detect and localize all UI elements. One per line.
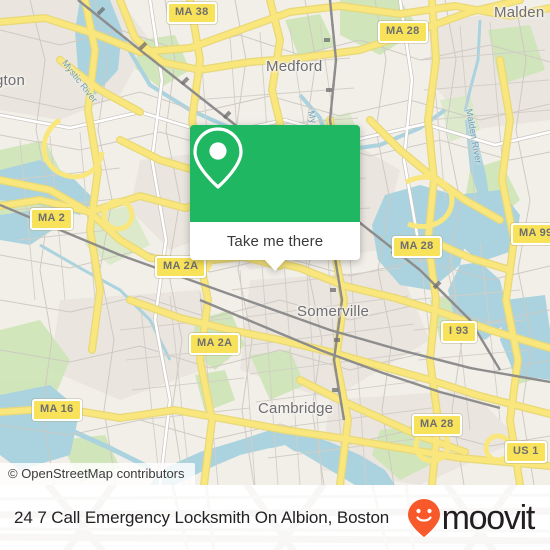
page-title: 24 7 Call Emergency Locksmith On Albion,…: [14, 507, 390, 527]
place-label-cambridge: Cambridge: [258, 400, 334, 417]
moovit-logo[interactable]: moovit: [407, 498, 536, 538]
shield-ma-2ab[interactable]: MA 2A: [189, 333, 241, 355]
map-canvas[interactable]: gton Medford Malden Somerville Cambridge…: [0, 0, 550, 485]
place-label-malden: Malden: [494, 4, 545, 21]
card-action-area[interactable]: Take me there: [190, 222, 360, 271]
footer-bar: 24 7 Call Emergency Locksmith On Albion,…: [0, 485, 550, 550]
place-label-medford: Medford: [266, 58, 323, 75]
map-attribution[interactable]: © OpenStreetMap contributors: [0, 463, 195, 485]
shield-ma-2[interactable]: MA 2: [30, 208, 74, 230]
shield-ma-38[interactable]: MA 38: [167, 2, 217, 24]
map-screenshot: gton Medford Malden Somerville Cambridge…: [0, 0, 550, 550]
shield-ma-28b[interactable]: MA 28: [392, 236, 442, 258]
moovit-pin-smiley-icon: [407, 498, 440, 537]
shield-ma-28[interactable]: MA 28: [378, 21, 428, 43]
shield-ma-16[interactable]: MA 16: [32, 399, 82, 421]
moovit-wordmark: moovit: [441, 498, 536, 537]
card-image-area: [190, 125, 360, 222]
shield-ma-99[interactable]: MA 99: [511, 223, 550, 245]
map-pin-icon: [193, 127, 243, 189]
shield-ma-28c[interactable]: MA 28: [412, 414, 462, 436]
shield-us-1[interactable]: US 1: [505, 441, 547, 463]
location-info-card[interactable]: Take me there: [190, 125, 360, 271]
card-pointer-triangle: [264, 259, 286, 271]
place-label-somerville: Somerville: [297, 303, 370, 320]
place-label-arlington: gton: [0, 72, 25, 89]
take-me-there-label: Take me there: [226, 232, 324, 250]
shield-i-93[interactable]: I 93: [441, 321, 477, 343]
